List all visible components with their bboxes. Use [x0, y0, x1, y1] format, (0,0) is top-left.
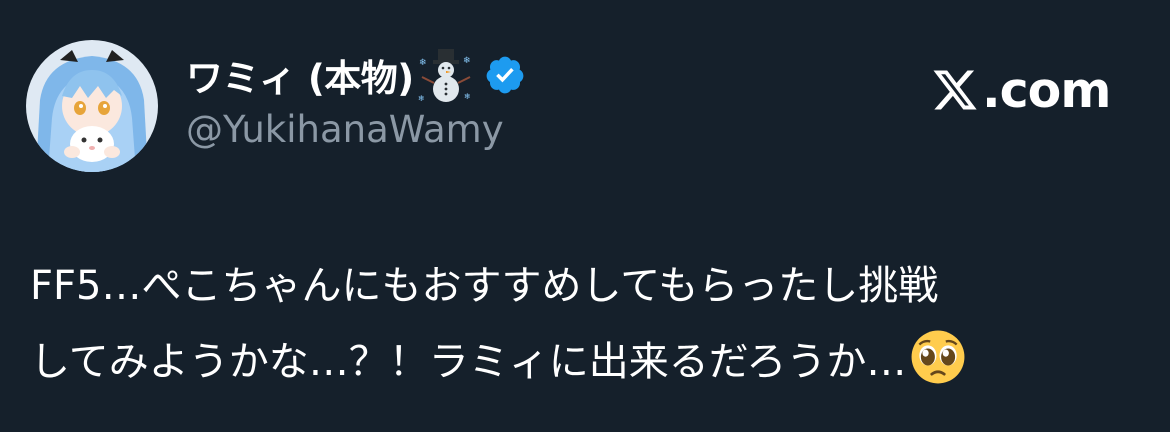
tweet-line-2: してみようかな…？！ラミィに出来るだろうか…: [30, 339, 907, 385]
pleading-face-icon: [910, 329, 966, 385]
x-logo-icon: [930, 66, 980, 114]
brand-domain-label: .com: [982, 61, 1111, 119]
svg-text:❄: ❄: [463, 56, 471, 66]
tweet-line-1: FF5…ぺこちゃんにもおすすめしてもらったし挑戦: [30, 263, 939, 309]
author-handle[interactable]: @YukihanaWamy: [186, 108, 504, 151]
tweet-body: FF5…ぺこちゃんにもおすすめしてもらったし挑戦 してみようかな…？！ラミィに出…: [30, 248, 1140, 400]
author-display-name[interactable]: ワミィ (本物): [186, 48, 414, 102]
tweet-line-2-wrap: してみようかな…？！ラミィに出来るだろうか…: [30, 324, 1140, 400]
x-com-brand[interactable]: .com: [930, 60, 1130, 120]
tweet-card: ワミィ (本物) ❄ ❄ ❄ ❄ @YukihanaWamy .com FF5……: [0, 0, 1170, 432]
avatar[interactable]: [26, 40, 158, 172]
avatar-image: [26, 40, 158, 172]
verified-badge-icon: [484, 54, 526, 96]
svg-text:❄: ❄: [419, 58, 427, 68]
snowman-with-snow-icon: ❄ ❄ ❄ ❄: [418, 47, 474, 103]
svg-text:❄: ❄: [418, 94, 425, 103]
author-name-row[interactable]: ワミィ (本物) ❄ ❄ ❄ ❄: [186, 47, 526, 103]
svg-text:❄: ❄: [464, 92, 471, 101]
